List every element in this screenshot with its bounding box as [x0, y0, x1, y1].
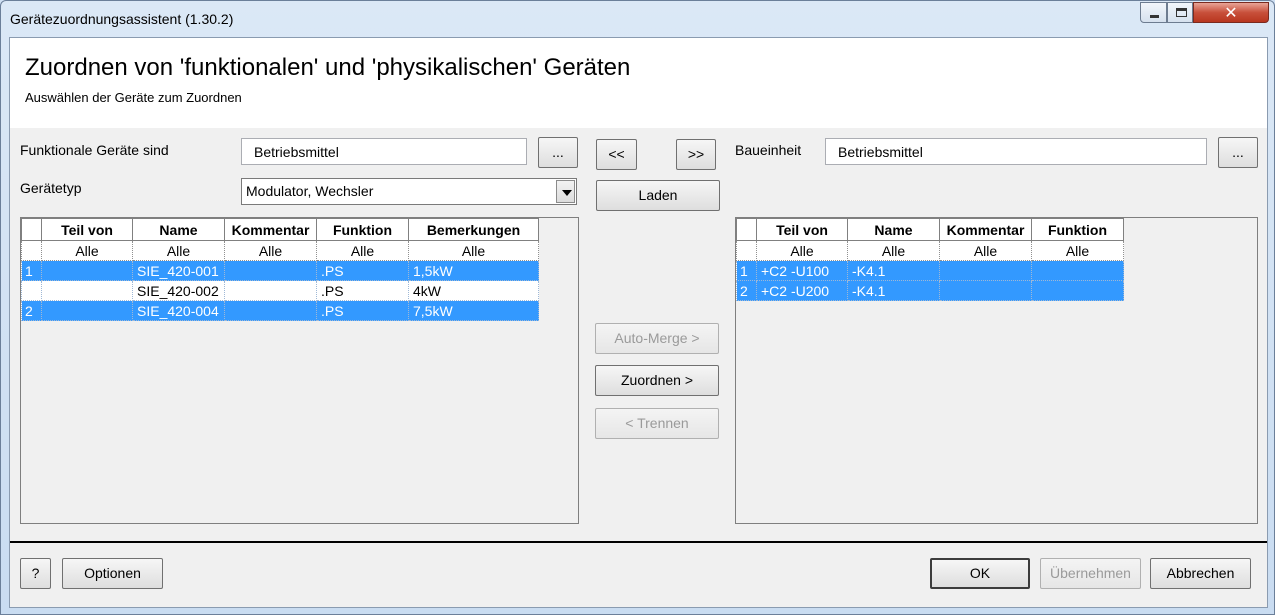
functional-devices-grid[interactable]: Teil von Name Kommentar Funktion Bemerku… — [20, 217, 579, 524]
cell-funktion — [1031, 260, 1124, 281]
table-row[interactable]: 1 SIE_420-001 .PS 1,5kW — [21, 260, 539, 281]
load-button[interactable]: Laden — [596, 180, 720, 211]
cell-bemerkungen: 7,5kW — [408, 300, 539, 321]
device-type-select[interactable]: Modulator, Wechsler — [241, 178, 577, 205]
unit-browse-button[interactable]: ... — [1218, 137, 1258, 168]
auto-merge-button[interactable]: Auto-Merge > — [595, 323, 719, 354]
filter-row-header — [736, 240, 757, 261]
table-row[interactable]: 2 SIE_420-004 .PS 7,5kW — [21, 300, 539, 321]
unit-field[interactable]: Betriebsmittel — [825, 138, 1207, 165]
functional-devices-label: Funktionale Geräte sind — [20, 142, 169, 158]
column-header[interactable]: Teil von — [756, 218, 848, 241]
cell-funktion — [1031, 280, 1124, 301]
row-number: 1 — [736, 260, 757, 281]
cell-name: SIE_420-001 — [132, 260, 225, 281]
cell-name: SIE_420-002 — [132, 280, 225, 301]
column-header[interactable]: Teil von — [41, 218, 133, 241]
filter-cell[interactable]: Alle — [224, 240, 317, 261]
ok-button[interactable]: OK — [930, 558, 1030, 589]
cell-funktion: .PS — [316, 280, 409, 301]
row-number: 1 — [21, 260, 42, 281]
filter-cell[interactable]: Alle — [316, 240, 409, 261]
filter-cell[interactable]: Alle — [132, 240, 225, 261]
chevron-down-icon[interactable] — [556, 180, 575, 203]
maximize-icon — [1176, 8, 1187, 17]
column-header[interactable]: Name — [132, 218, 225, 241]
cell-teil-von — [41, 280, 133, 301]
cell-bemerkungen: 1,5kW — [408, 260, 539, 281]
assign-button[interactable]: Zuordnen > — [595, 365, 719, 396]
row-number: 2 — [736, 280, 757, 301]
apply-button[interactable]: Übernehmen — [1040, 558, 1141, 589]
column-header[interactable]: Kommentar — [939, 218, 1032, 241]
dialog-window: Gerätezuordnungsassistent (1.30.2) ✕ Zuo… — [0, 0, 1275, 615]
cell-teil-von: +C2 -U200 — [756, 280, 848, 301]
cell-name: SIE_420-004 — [132, 300, 225, 321]
filter-cell[interactable]: Alle — [41, 240, 133, 261]
cell-funktion: .PS — [316, 260, 409, 281]
device-type-label: Gerätetyp — [20, 180, 82, 196]
column-header[interactable]: Kommentar — [224, 218, 317, 241]
page-subtitle: Auswählen der Geräte zum Zuordnen — [25, 90, 242, 105]
cell-name: -K4.1 — [847, 260, 940, 281]
filter-cell[interactable]: Alle — [939, 240, 1032, 261]
cell-kommentar — [224, 300, 317, 321]
window-title: Gerätezuordnungsassistent (1.30.2) — [10, 11, 234, 27]
filter-cell[interactable]: Alle — [847, 240, 940, 261]
next-button[interactable]: >> — [676, 139, 716, 170]
unit-label: Baueinheit — [735, 142, 802, 158]
device-type-value: Modulator, Wechsler — [246, 183, 374, 199]
title-bar[interactable]: Gerätezuordnungsassistent (1.30.2) ✕ — [1, 1, 1274, 37]
cell-teil-von — [41, 300, 133, 321]
functional-devices-field[interactable]: Betriebsmittel — [241, 138, 527, 165]
help-button[interactable]: ? — [20, 558, 51, 589]
close-icon: ✕ — [1224, 5, 1238, 22]
cell-kommentar — [224, 260, 317, 281]
cell-name: -K4.1 — [847, 280, 940, 301]
row-number: 2 — [21, 300, 42, 321]
column-header[interactable]: Bemerkungen — [408, 218, 539, 241]
row-header-corner — [736, 218, 757, 241]
footer-divider — [10, 541, 1267, 543]
maximize-button[interactable] — [1167, 2, 1193, 23]
cancel-button[interactable]: Abbrechen — [1150, 558, 1251, 589]
filter-cell[interactable]: Alle — [756, 240, 848, 261]
column-header[interactable]: Funktion — [1031, 218, 1124, 241]
cell-teil-von — [41, 260, 133, 281]
table-row[interactable]: 2 +C2 -U200 -K4.1 — [736, 280, 1124, 301]
column-header[interactable]: Funktion — [316, 218, 409, 241]
separate-button[interactable]: < Trennen — [595, 408, 719, 439]
dialog-client: Zuordnen von 'funktionalen' und 'physika… — [9, 37, 1268, 608]
cell-kommentar — [939, 280, 1032, 301]
minimize-icon — [1150, 15, 1159, 18]
row-header-corner — [21, 218, 42, 241]
filter-row-header — [21, 240, 42, 261]
cell-kommentar — [939, 260, 1032, 281]
cell-kommentar — [224, 280, 317, 301]
filter-cell[interactable]: Alle — [408, 240, 539, 261]
cell-bemerkungen: 4kW — [408, 280, 539, 301]
close-button[interactable]: ✕ — [1193, 2, 1269, 23]
minimize-button[interactable] — [1140, 2, 1167, 23]
row-number — [21, 280, 42, 301]
column-header[interactable]: Name — [847, 218, 940, 241]
previous-button[interactable]: << — [596, 139, 637, 170]
table-row[interactable]: 1 +C2 -U100 -K4.1 — [736, 260, 1124, 281]
cell-funktion: .PS — [316, 300, 409, 321]
cell-teil-von: +C2 -U100 — [756, 260, 848, 281]
unit-devices-grid[interactable]: Teil von Name Kommentar Funktion Alle Al… — [735, 217, 1258, 524]
page-title: Zuordnen von 'funktionalen' und 'physika… — [25, 54, 631, 81]
header-panel: Zuordnen von 'funktionalen' und 'physika… — [10, 38, 1267, 128]
filter-cell[interactable]: Alle — [1031, 240, 1124, 261]
functional-browse-button[interactable]: ... — [538, 137, 578, 168]
options-button[interactable]: Optionen — [62, 558, 163, 589]
table-row[interactable]: SIE_420-002 .PS 4kW — [21, 280, 539, 301]
